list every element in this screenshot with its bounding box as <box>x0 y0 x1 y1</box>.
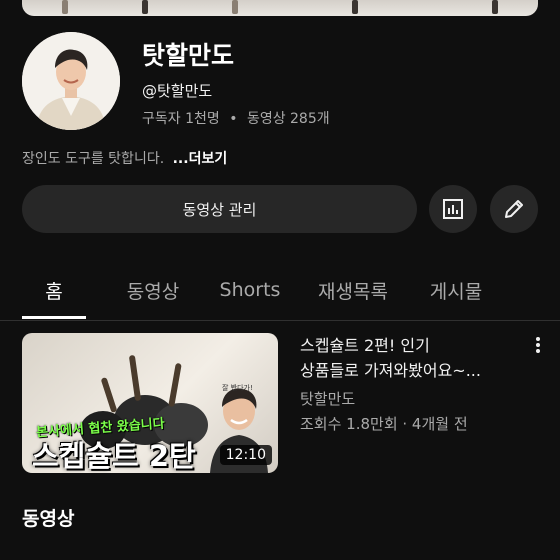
more-vert-icon <box>536 337 540 353</box>
video-duration: 12:10 <box>219 445 272 465</box>
video-title-line2: 상품들로 가져와봤어요~... <box>300 361 481 380</box>
manage-videos-button[interactable]: 동영상 관리 <box>22 185 417 233</box>
video-title-line1: 스켑슐트 2편! 인기 <box>300 336 430 355</box>
analytics-button[interactable] <box>429 185 477 233</box>
active-tab-indicator <box>22 316 86 319</box>
video-meta: 조회수 1.8만회 · 4개월 전 <box>300 415 468 433</box>
stats-separator: • <box>229 111 238 127</box>
thumbnail-small-text: 잘 봤다가! <box>222 384 253 392</box>
featured-video-title[interactable]: 스켑슐트 2편! 인기 상품들로 가져와봤어요~... <box>300 333 510 383</box>
tab-videos[interactable]: 동영상 <box>108 262 198 318</box>
description-text: 장인도 도구를 탓합니다. <box>22 151 165 167</box>
subscriber-count: 구독자 1천명 <box>142 111 220 127</box>
channel-description[interactable]: 장인도 도구를 탓합니다. ...더보기 <box>22 148 227 168</box>
bar-chart-icon <box>443 199 463 219</box>
tab-home[interactable]: 홈 <box>22 262 86 318</box>
channel-tabs: 홈 동영상 Shorts 재생목록 게시물 <box>0 262 560 320</box>
videos-section-heading: 동영상 <box>22 508 75 530</box>
video-channel-name: 탓할만도 <box>300 390 356 408</box>
tab-shorts[interactable]: Shorts <box>208 262 292 318</box>
tab-posts[interactable]: 게시물 <box>418 262 494 318</box>
channel-name: 탓할만도 <box>142 41 235 70</box>
thumbnail-title: 스켑슐트 2탄 <box>32 439 196 473</box>
channel-banner[interactable] <box>22 0 538 16</box>
video-more-button[interactable] <box>528 334 548 356</box>
featured-video-thumbnail[interactable]: 잘 봤다가! 본사에서 협찬 왔습니다 스켑슐트 2탄 12:10 <box>22 333 278 473</box>
tab-playlists[interactable]: 재생목록 <box>306 262 400 318</box>
tabs-divider <box>0 320 560 321</box>
edit-channel-button[interactable] <box>490 185 538 233</box>
more-link[interactable]: ...더보기 <box>173 151 228 167</box>
channel-stats: 구독자 1천명 • 동영상 285개 <box>142 108 330 128</box>
pencil-icon <box>505 200 523 218</box>
channel-handle: @탓할만도 <box>142 82 213 100</box>
channel-avatar[interactable] <box>22 32 120 130</box>
video-count: 동영상 285개 <box>246 111 330 127</box>
